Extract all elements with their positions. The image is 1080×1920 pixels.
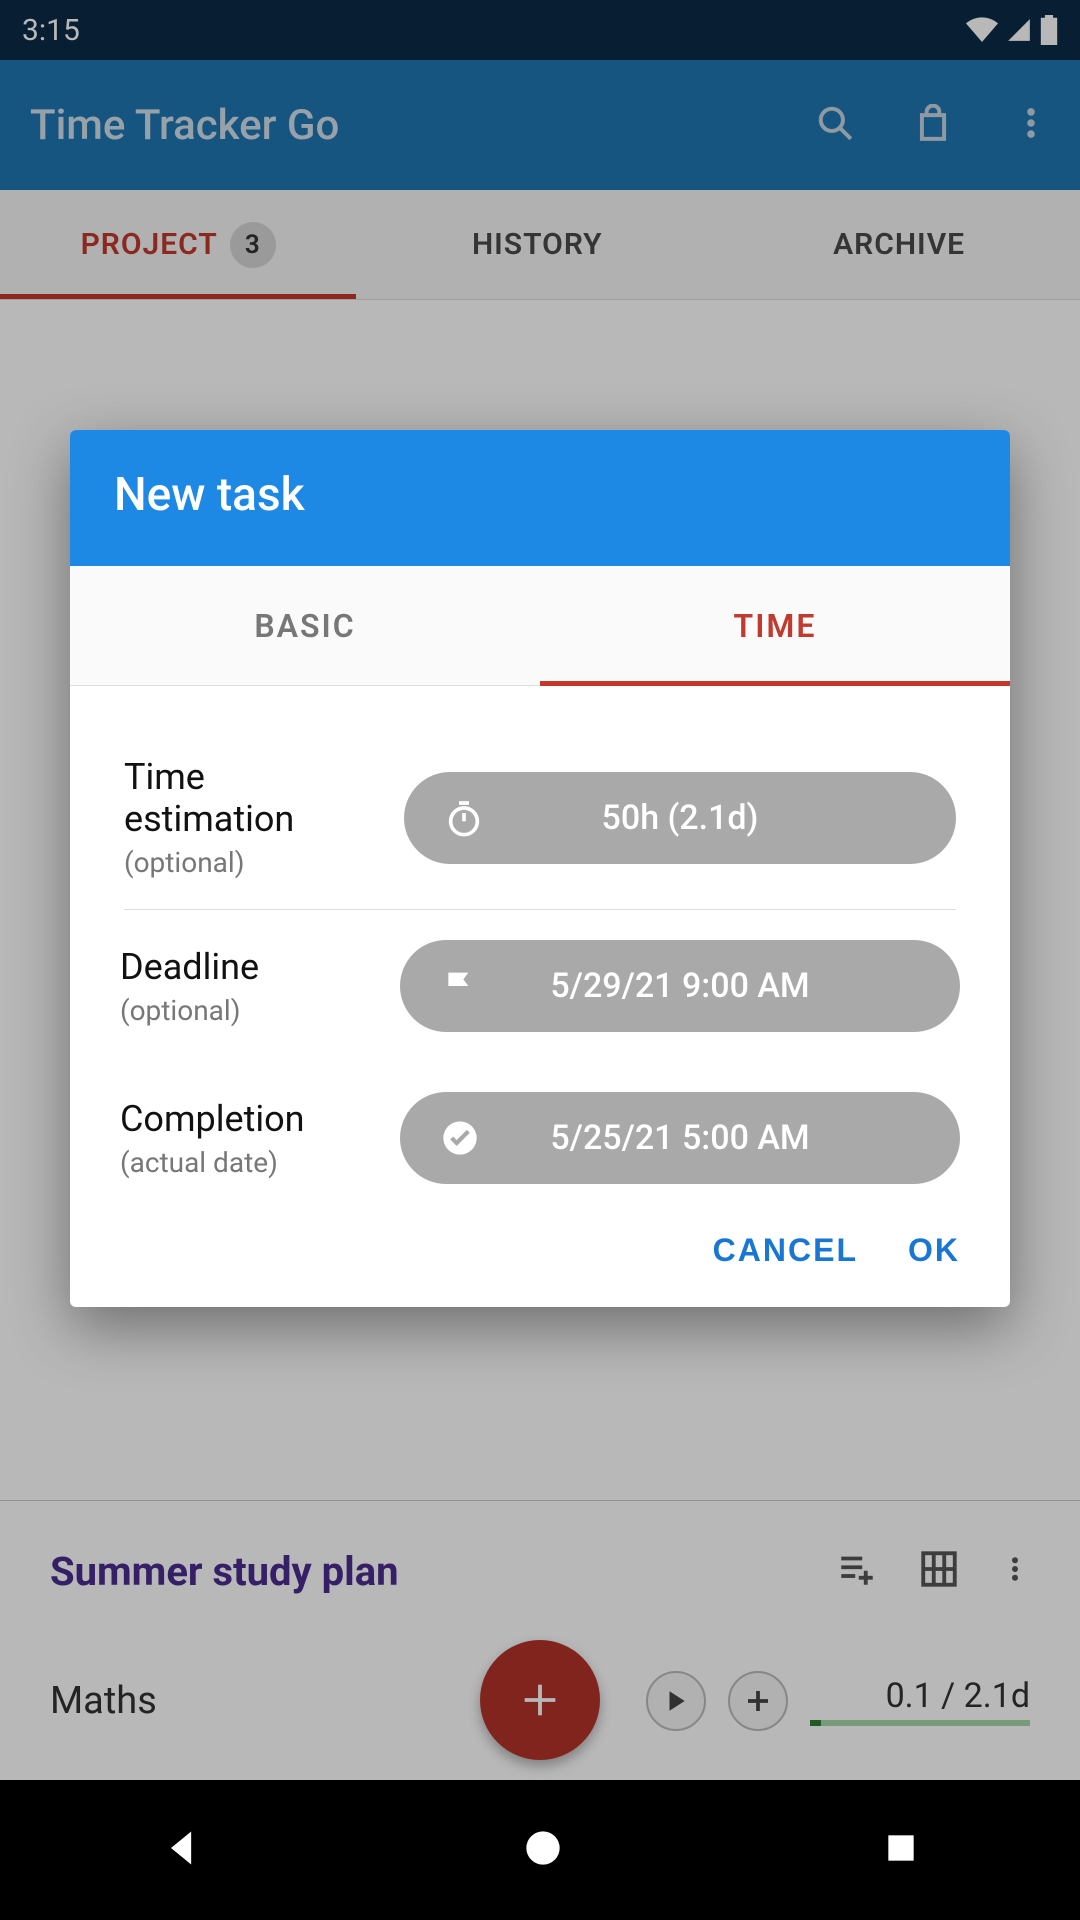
deadline-button[interactable]: 5/29/21 9:00 AM (400, 940, 960, 1032)
estimation-button[interactable]: 50h (2.1d) (404, 772, 956, 864)
nav-back-button[interactable] (160, 1826, 204, 1874)
field-deadline: Deadline (optional) 5/29/21 9:00 AM (100, 910, 980, 1062)
flag-icon (440, 966, 480, 1006)
ok-button[interactable]: OK (908, 1232, 960, 1269)
field-completion: Completion (actual date) 5/25/21 5:00 AM (100, 1062, 980, 1214)
field-estimation-sub: (optional) (124, 846, 374, 879)
deadline-value: 5/29/21 9:00 AM (550, 966, 809, 1006)
new-task-dialog: New task BASIC TIME Time estimation (opt… (70, 430, 1010, 1307)
cancel-button[interactable]: CANCEL (713, 1232, 858, 1269)
dialog-tab-basic-label: BASIC (254, 607, 355, 645)
completion-value: 5/25/21 5:00 AM (550, 1118, 809, 1158)
dialog-tab-basic[interactable]: BASIC (70, 566, 540, 685)
field-completion-label: Completion (120, 1098, 370, 1140)
stopwatch-icon (444, 798, 484, 838)
dialog-tab-time-label: TIME (734, 607, 817, 645)
field-completion-sub: (actual date) (120, 1146, 370, 1179)
nav-recent-button[interactable] (882, 1829, 920, 1871)
field-estimation-label: Time estimation (124, 756, 374, 840)
estimation-value: 50h (2.1d) (602, 798, 759, 838)
completion-button[interactable]: 5/25/21 5:00 AM (400, 1092, 960, 1184)
field-deadline-label: Deadline (120, 946, 370, 988)
dialog-actions: CANCEL OK (70, 1224, 1010, 1307)
dialog-title: New task (70, 430, 1010, 566)
dialog-tab-time[interactable]: TIME (540, 566, 1010, 685)
nav-home-button[interactable] (523, 1828, 563, 1872)
nav-bar (0, 1780, 1080, 1920)
check-circle-icon (440, 1118, 480, 1158)
field-estimation: Time estimation (optional) 50h (2.1d) (124, 726, 956, 910)
field-deadline-sub: (optional) (120, 994, 370, 1027)
dialog-tabs: BASIC TIME (70, 566, 1010, 686)
